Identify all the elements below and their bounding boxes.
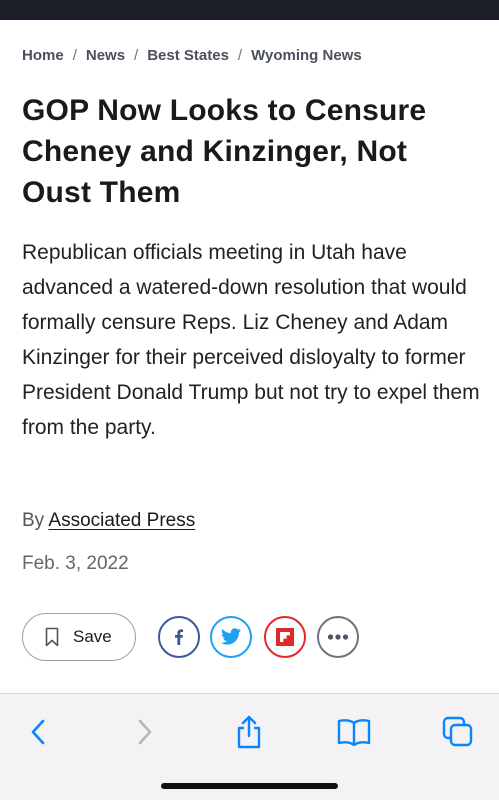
- breadcrumb-home[interactable]: Home: [22, 47, 64, 64]
- article-headline: GOP Now Looks to Censure Cheney and Kinz…: [22, 94, 427, 209]
- status-bar: [0, 0, 499, 20]
- back-button[interactable]: [18, 712, 58, 752]
- more-icon: [327, 634, 349, 640]
- save-button-label: Save: [73, 627, 112, 646]
- tabs-icon: [442, 716, 473, 747]
- breadcrumb-news[interactable]: News: [86, 47, 125, 64]
- share-icon: [237, 715, 261, 749]
- byline: By Associated Press: [22, 510, 195, 532]
- publish-date: Feb. 3, 2022: [22, 553, 129, 574]
- article-summary: Republican officials meeting in Utah hav…: [22, 241, 480, 439]
- home-indicator: [161, 783, 338, 789]
- back-chevron-icon: [31, 719, 45, 745]
- bookmarks-button[interactable]: [334, 712, 374, 752]
- author-link[interactable]: Associated Press: [48, 510, 195, 531]
- share-page-button[interactable]: [229, 712, 269, 752]
- flipboard-share-button[interactable]: [264, 616, 306, 658]
- breadcrumb-best-states[interactable]: Best States: [147, 47, 229, 64]
- byline-prefix: By: [22, 510, 45, 531]
- breadcrumb-separator: /: [237, 47, 243, 64]
- breadcrumb-separator: /: [72, 47, 77, 64]
- breadcrumb: Home / News / Best States / Wyoming News: [22, 47, 362, 64]
- twitter-share-button[interactable]: [210, 616, 252, 658]
- flipboard-icon: [276, 628, 294, 646]
- breadcrumb-separator: /: [134, 47, 139, 64]
- forward-button[interactable]: [125, 712, 165, 752]
- forward-chevron-icon: [138, 719, 152, 745]
- breadcrumb-wyoming-news[interactable]: Wyoming News: [251, 47, 362, 64]
- bookmarks-icon: [337, 719, 371, 746]
- twitter-icon: [220, 628, 242, 645]
- tabs-button[interactable]: [438, 712, 478, 752]
- bookmark-icon: [45, 627, 59, 647]
- facebook-icon: [175, 629, 184, 645]
- more-share-options-button[interactable]: [317, 616, 359, 658]
- save-button[interactable]: Save: [22, 613, 136, 661]
- facebook-share-button[interactable]: [158, 616, 200, 658]
